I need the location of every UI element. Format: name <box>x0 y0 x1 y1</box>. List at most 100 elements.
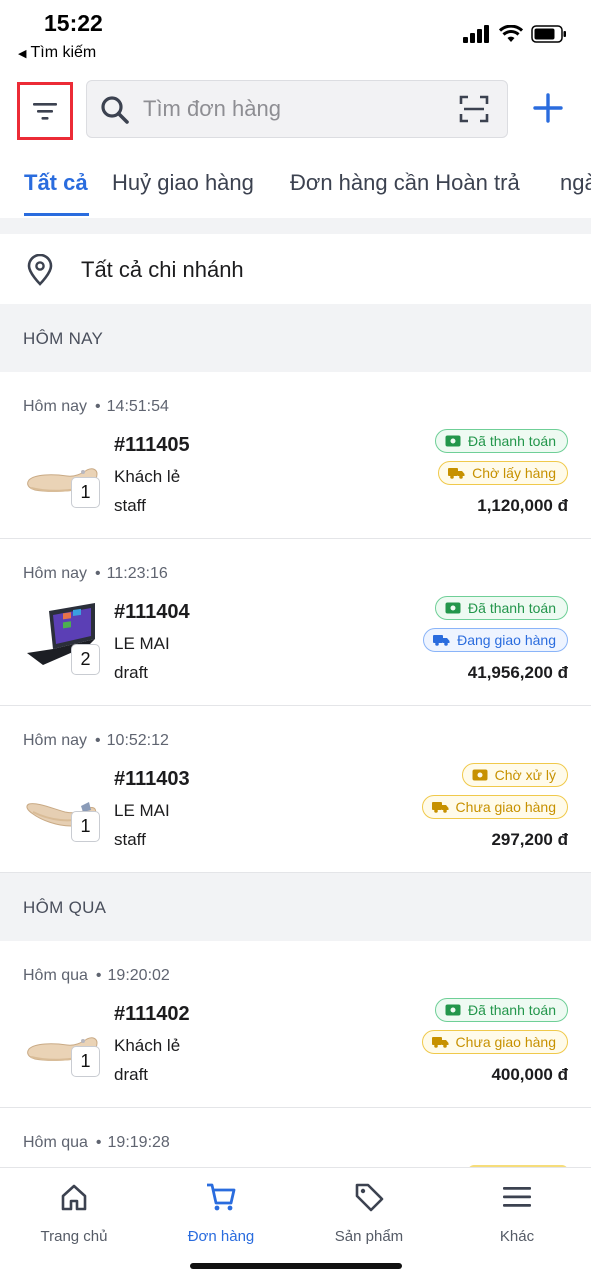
filter-icon <box>33 103 57 120</box>
signal-icon <box>463 25 489 43</box>
home-indicator <box>190 1263 402 1269</box>
order-source: staff <box>114 830 146 849</box>
payment-status-badge: Đã thanh toán <box>435 596 568 620</box>
order-customer: LE MAI <box>114 634 170 653</box>
branch-selector[interactable]: Tất cả chi nhánh <box>0 234 591 304</box>
truck-icon <box>431 802 449 813</box>
quantity-badge: 1 <box>71 1046 100 1077</box>
status-icons <box>463 25 567 43</box>
tab-return-needed[interactable]: Đơn hàng cần Hoàn trả <box>290 170 520 196</box>
nav-label: Sản phẩm <box>334 1228 404 1245</box>
order-id: #111403 <box>114 768 190 790</box>
nav-label: Khác <box>499 1228 535 1245</box>
order-datetime: Hôm qua • 19:20:02 <box>23 967 170 984</box>
order-row[interactable]: Hôm qua • 19:20:02 1 #111402 Khách lẻ draf… <box>0 941 591 1108</box>
barcode-scan-icon[interactable] <box>459 95 489 123</box>
wifi-icon <box>499 25 523 42</box>
cart-icon <box>207 1183 236 1211</box>
order-day: Hôm qua <box>23 1134 88 1151</box>
nav-item-orders[interactable]: Đơn hàng <box>161 1180 281 1245</box>
payment-status-badge: Đã thanh toán <box>435 998 568 1022</box>
order-customer: Khách lẻ <box>114 467 181 486</box>
search-icon <box>101 96 129 124</box>
shipping-status-label: Chưa giao hàng <box>455 1034 556 1050</box>
back-triangle-icon: ◀ <box>18 48 27 60</box>
truck-icon <box>431 1037 449 1048</box>
payment-status-label: Đã thanh toán <box>468 600 556 616</box>
cash-icon <box>472 769 488 781</box>
order-customer: LE MAI <box>114 801 170 820</box>
cash-icon <box>445 602 461 614</box>
nav-item-home[interactable]: Trang chủ <box>14 1180 134 1245</box>
order-source: draft <box>114 1065 149 1084</box>
order-time: 11:23:16 <box>106 565 168 582</box>
order-id: #111404 <box>114 601 190 623</box>
tab-all[interactable]: Tất cả <box>24 170 88 196</box>
section-header-yesterday: HÔM QUA <box>0 873 591 941</box>
order-row[interactable]: Hôm nay • 11:23:16 2 #111404 LE MAI draft … <box>0 539 591 706</box>
add-order-button[interactable] <box>528 88 568 128</box>
order-datetime: Hôm nay • 10:52:12 <box>23 732 169 749</box>
section-title: HÔM QUA <box>23 898 107 917</box>
back-label: Tìm kiếm <box>30 44 97 61</box>
order-time: 19:19:28 <box>107 1134 170 1151</box>
nav-item-products[interactable]: Sản phẩm <box>309 1180 429 1245</box>
nav-item-more[interactable]: Khác <box>457 1180 577 1245</box>
back-to-search-link[interactable]: ◀ Tìm kiếm <box>18 44 96 62</box>
shipping-status-label: Chưa giao hàng <box>455 799 556 815</box>
tab-next[interactable]: ngà <box>560 170 591 196</box>
tab-cancel-delivery[interactable]: Huỷ giao hàng <box>112 170 254 196</box>
order-time: 14:51:54 <box>106 398 169 415</box>
order-time: 10:52:12 <box>106 732 169 749</box>
nav-label: Trang chủ <box>40 1228 108 1245</box>
order-day: Hôm qua <box>23 967 88 984</box>
status-bar: 15:22 ◀ Tìm kiếm <box>0 0 591 70</box>
order-id: #111402 <box>114 1003 190 1025</box>
order-row[interactable]: Hôm nay • 14:51:54 1 #111405 Khách lẻ staf… <box>0 372 591 539</box>
payment-status-badge: Đã thanh toán <box>435 429 568 453</box>
order-row[interactable]: Hôm qua • 19:19:28 <box>0 1108 591 1171</box>
nav-label: Đơn hàng <box>187 1228 255 1245</box>
payment-status-label: Đã thanh toán <box>468 1002 556 1018</box>
quantity-badge: 1 <box>71 811 100 842</box>
shipping-status-badge: Chưa giao hàng <box>421 795 568 819</box>
shipping-status-label: Chờ lấy hàng <box>472 465 556 481</box>
order-day: Hôm nay <box>23 398 88 415</box>
truck-icon <box>448 468 465 479</box>
payment-status-badge: Chờ xử lý <box>461 763 568 787</box>
active-tab-indicator <box>24 213 89 216</box>
order-day: Hôm nay <box>23 732 88 749</box>
cash-icon <box>445 435 461 447</box>
order-source: draft <box>114 663 149 682</box>
order-status-tabs: Tất cả Huỷ giao hàng Đơn hàng cần Hoàn t… <box>0 158 591 218</box>
order-total: 400,000 đ <box>491 1065 568 1084</box>
section-title: HÔM NAY <box>23 329 104 348</box>
shipping-status-label: Đang giao hàng <box>457 632 556 648</box>
filter-button[interactable] <box>17 82 73 140</box>
order-row[interactable]: Hôm nay • 10:52:12 1 #111403 LE MAI staff … <box>0 706 591 873</box>
order-time: 19:20:02 <box>107 967 170 984</box>
quantity-badge: 2 <box>71 644 100 675</box>
search-input[interactable] <box>143 91 443 127</box>
order-day: Hôm nay <box>23 565 88 582</box>
status-time: 15:22 <box>44 10 103 36</box>
order-datetime: Hôm nay • 14:51:54 <box>23 398 169 415</box>
order-total: 1,120,000 đ <box>477 496 568 515</box>
truck-icon <box>433 635 450 646</box>
order-total: 297,200 đ <box>491 830 568 849</box>
order-id: #111405 <box>114 434 190 456</box>
menu-icon <box>503 1187 531 1207</box>
section-header-today: HÔM NAY <box>0 304 591 372</box>
payment-status-label: Chờ xử lý <box>494 767 556 783</box>
order-source: staff <box>114 496 146 515</box>
order-customer: Khách lẻ <box>114 1036 181 1055</box>
payment-status-label: Đã thanh toán <box>468 433 556 449</box>
battery-icon <box>531 25 566 43</box>
branch-label: Tất cả chi nhánh <box>81 257 244 282</box>
order-datetime: Hôm qua • 19:19:28 <box>23 1134 170 1151</box>
shipping-status-badge: Chờ lấy hàng <box>438 461 568 485</box>
divider <box>0 218 591 234</box>
location-pin-icon <box>27 254 53 286</box>
top-bar <box>0 78 591 142</box>
search-box <box>86 80 508 138</box>
